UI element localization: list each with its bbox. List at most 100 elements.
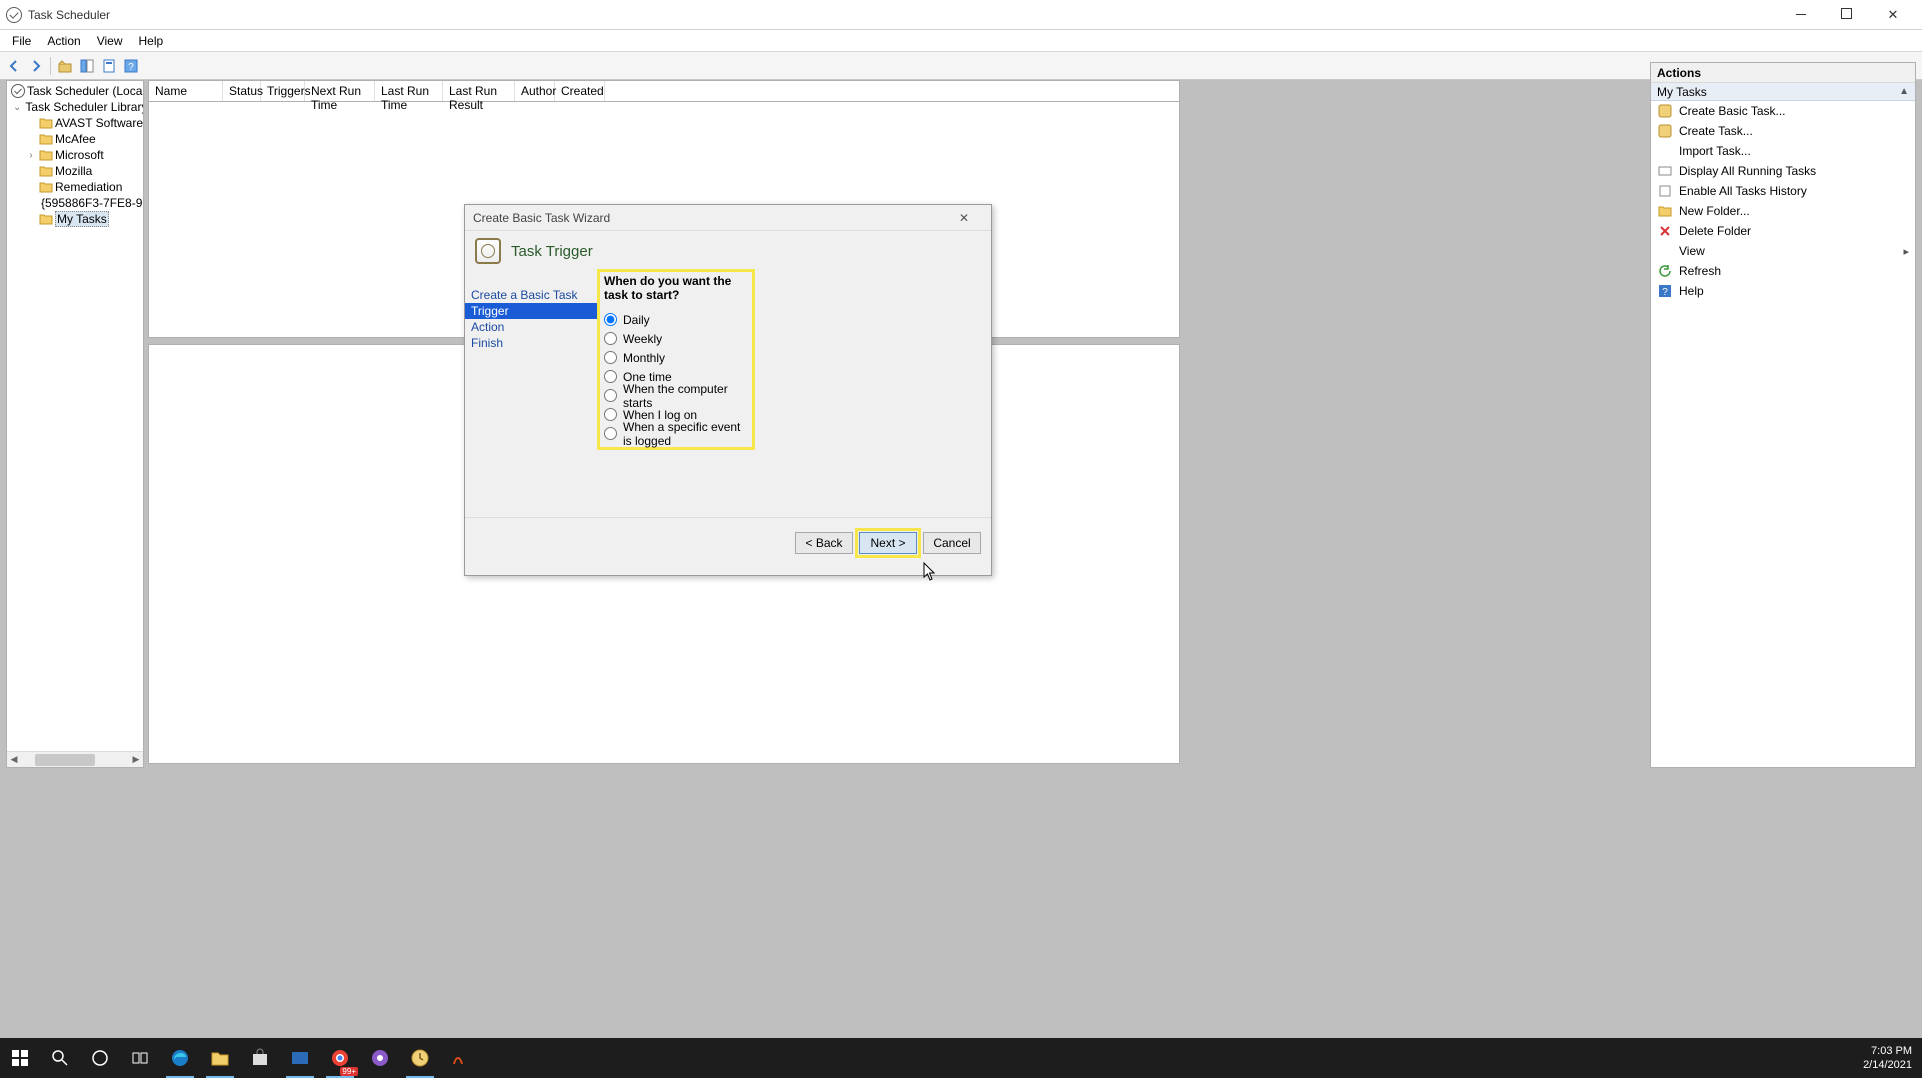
task-scheduler-icon bbox=[11, 84, 25, 98]
col-triggers[interactable]: Triggers bbox=[261, 81, 305, 101]
next-button[interactable]: Next > bbox=[859, 532, 917, 554]
col-created[interactable]: Created bbox=[555, 81, 605, 101]
import-icon bbox=[1657, 143, 1673, 159]
dialog-footer: < Back Next > Cancel bbox=[465, 517, 991, 567]
back-button[interactable]: < Back bbox=[795, 532, 853, 554]
action-import-task[interactable]: Import Task... bbox=[1651, 141, 1915, 161]
system-clock[interactable]: 7:03 PM 2/14/2021 bbox=[1853, 1040, 1922, 1076]
radio-daily-input[interactable] bbox=[604, 313, 617, 326]
chrome-icon[interactable]: 99+ bbox=[320, 1038, 360, 1078]
menu-action[interactable]: Action bbox=[39, 32, 88, 50]
col-author[interactable]: Author bbox=[515, 81, 555, 101]
folder-icon bbox=[39, 149, 53, 161]
app-icon-2[interactable] bbox=[440, 1038, 480, 1078]
help-button[interactable]: ? bbox=[121, 56, 141, 76]
tree-item-mcafee[interactable]: McAfee bbox=[7, 131, 143, 147]
cortana-button[interactable] bbox=[80, 1038, 120, 1078]
step-action[interactable]: Action bbox=[465, 319, 597, 335]
collapse-icon[interactable]: ▲ bbox=[1899, 86, 1909, 97]
help-icon: ? bbox=[1657, 283, 1673, 299]
action-create-basic-task[interactable]: Create Basic Task... bbox=[1651, 101, 1915, 121]
col-status[interactable]: Status bbox=[223, 81, 261, 101]
action-new-folder[interactable]: New Folder... bbox=[1651, 201, 1915, 221]
step-create-basic-task[interactable]: Create a Basic Task bbox=[465, 287, 597, 303]
tree-hscroll[interactable]: ◀ ▶ bbox=[7, 751, 143, 767]
titlebar: Task Scheduler ✕ bbox=[0, 0, 1922, 30]
step-trigger[interactable]: Trigger bbox=[465, 303, 597, 319]
action-refresh[interactable]: Refresh bbox=[1651, 261, 1915, 281]
tree-root[interactable]: Task Scheduler (Local) bbox=[7, 83, 143, 99]
step-finish[interactable]: Finish bbox=[465, 335, 597, 351]
nav-forward-button[interactable] bbox=[26, 56, 46, 76]
action-delete-folder[interactable]: Delete Folder bbox=[1651, 221, 1915, 241]
radio-one-time-input[interactable] bbox=[604, 370, 617, 383]
menu-view[interactable]: View bbox=[89, 32, 131, 50]
menu-help[interactable]: Help bbox=[131, 32, 172, 50]
menu-file[interactable]: File bbox=[4, 32, 39, 50]
show-hide-tree-button[interactable] bbox=[77, 56, 97, 76]
task-list-header: Name Status Triggers Next Run Time Last … bbox=[148, 80, 1180, 102]
scroll-left-icon[interactable]: ◀ bbox=[7, 753, 21, 767]
task-scheduler-taskbar-icon[interactable] bbox=[400, 1038, 440, 1078]
expand-icon[interactable]: ⌄ bbox=[13, 101, 21, 113]
chrome-badge: 99+ bbox=[340, 1067, 358, 1076]
tree-library-label: Task Scheduler Library bbox=[25, 100, 144, 114]
action-display-running[interactable]: Display All Running Tasks bbox=[1651, 161, 1915, 181]
tree-item-avast[interactable]: AVAST Software bbox=[7, 115, 143, 131]
start-button[interactable] bbox=[0, 1038, 40, 1078]
scroll-right-icon[interactable]: ▶ bbox=[129, 753, 143, 767]
taskbar[interactable]: 99+ 7:03 PM 2/14/2021 bbox=[0, 1038, 1922, 1078]
menubar: File Action View Help bbox=[0, 30, 1922, 52]
file-explorer-icon[interactable] bbox=[200, 1038, 240, 1078]
dialog-title: Create Basic Task Wizard bbox=[473, 211, 610, 225]
edge-icon[interactable] bbox=[160, 1038, 200, 1078]
action-view[interactable]: View bbox=[1651, 241, 1915, 261]
radio-computer-starts-input[interactable] bbox=[604, 389, 617, 402]
chrome-canary-icon[interactable] bbox=[360, 1038, 400, 1078]
expand-icon[interactable]: › bbox=[25, 149, 37, 161]
app-icon-1[interactable] bbox=[280, 1038, 320, 1078]
radio-event-logged-input[interactable] bbox=[604, 427, 617, 440]
radio-daily[interactable]: Daily bbox=[604, 310, 748, 329]
maximize-button[interactable] bbox=[1824, 0, 1870, 30]
folder-icon bbox=[39, 165, 53, 177]
col-nextrun[interactable]: Next Run Time bbox=[305, 81, 375, 101]
radio-monthly-input[interactable] bbox=[604, 351, 617, 364]
actions-category[interactable]: My Tasks ▲ bbox=[1651, 83, 1915, 101]
minimize-button[interactable] bbox=[1778, 0, 1824, 30]
action-help[interactable]: ?Help bbox=[1651, 281, 1915, 301]
up-level-button[interactable] bbox=[55, 56, 75, 76]
tree-item-my-tasks[interactable]: My Tasks bbox=[7, 211, 143, 227]
scroll-thumb[interactable] bbox=[35, 754, 95, 766]
action-create-task[interactable]: Create Task... bbox=[1651, 121, 1915, 141]
col-name[interactable]: Name bbox=[149, 81, 223, 101]
nav-back-button[interactable] bbox=[4, 56, 24, 76]
col-lastrun[interactable]: Last Run Time bbox=[375, 81, 443, 101]
radio-event-logged[interactable]: When a specific event is logged bbox=[604, 424, 748, 443]
radio-computer-starts[interactable]: When the computer starts bbox=[604, 386, 748, 405]
tree-item-guid[interactable]: {595886F3-7FE8-966B- bbox=[7, 195, 143, 211]
window-controls: ✕ bbox=[1778, 0, 1916, 30]
navigation-tree[interactable]: Task Scheduler (Local) ⌄ Task Scheduler … bbox=[6, 80, 144, 768]
action-enable-history[interactable]: Enable All Tasks History bbox=[1651, 181, 1915, 201]
properties-button[interactable] bbox=[99, 56, 119, 76]
radio-monthly[interactable]: Monthly bbox=[604, 348, 748, 367]
search-button[interactable] bbox=[40, 1038, 80, 1078]
tree-item-mozilla[interactable]: Mozilla bbox=[7, 163, 143, 179]
task-view-button[interactable] bbox=[120, 1038, 160, 1078]
dialog-banner-title: Task Trigger bbox=[511, 243, 593, 260]
cancel-button[interactable]: Cancel bbox=[923, 532, 981, 554]
store-icon[interactable] bbox=[240, 1038, 280, 1078]
svg-text:?: ? bbox=[128, 62, 134, 73]
tree-item-remediation[interactable]: Remediation bbox=[7, 179, 143, 195]
tree-item-microsoft[interactable]: ›Microsoft bbox=[7, 147, 143, 163]
radio-logon-input[interactable] bbox=[604, 408, 617, 421]
radio-weekly-input[interactable] bbox=[604, 332, 617, 345]
new-folder-icon bbox=[1657, 203, 1673, 219]
tree-library[interactable]: ⌄ Task Scheduler Library bbox=[7, 99, 143, 115]
radio-weekly[interactable]: Weekly bbox=[604, 329, 748, 348]
col-lastresult[interactable]: Last Run Result bbox=[443, 81, 515, 101]
close-button[interactable]: ✕ bbox=[1870, 0, 1916, 30]
dialog-titlebar[interactable]: Create Basic Task Wizard ✕ bbox=[465, 205, 991, 231]
dialog-close-button[interactable]: ✕ bbox=[945, 207, 983, 229]
